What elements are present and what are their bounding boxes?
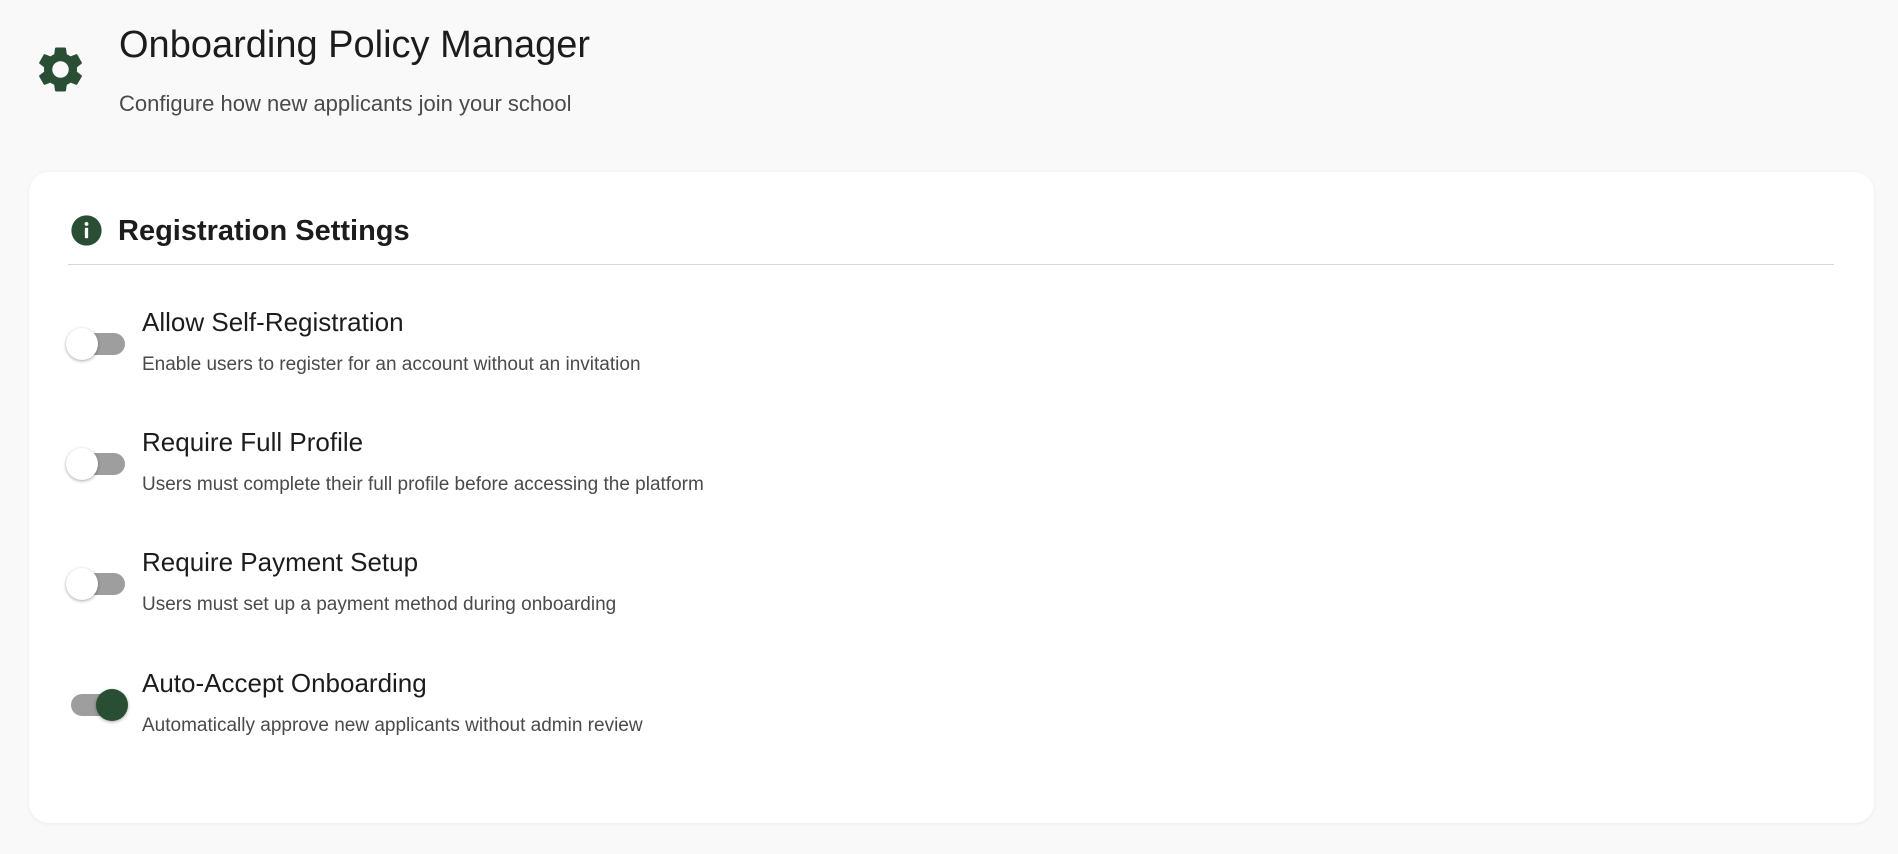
setting-require-payment-setup: Require Payment Setup Users must set up … [66,547,1826,637]
setting-auto-accept-onboarding: Auto-Accept Onboarding Automatically app… [66,668,1826,758]
page-subtitle: Configure how new applicants join your s… [119,91,572,116]
require-full-profile-toggle[interactable] [66,446,128,482]
gear-icon [33,42,88,97]
toggle-thumb [66,568,98,600]
allow-self-registration-toggle[interactable] [66,326,128,362]
setting-description: Enable users to register for an account … [142,354,641,375]
require-payment-setup-toggle[interactable] [66,566,128,602]
info-icon [70,214,103,247]
registration-settings-card: Registration Settings Allow Self-Registr… [29,172,1874,823]
auto-accept-onboarding-toggle[interactable] [66,687,128,723]
setting-label: Auto-Accept Onboarding [142,668,427,698]
setting-allow-self-registration: Allow Self-Registration Enable users to … [66,307,1826,397]
section-title: Registration Settings [118,215,410,247]
toggle-thumb [66,448,98,480]
page-header: Onboarding Policy Manager Configure how … [0,0,1898,160]
setting-label: Allow Self-Registration [142,307,404,337]
setting-description: Automatically approve new applicants wit… [142,715,643,736]
toggle-thumb [96,689,128,721]
setting-label: Require Payment Setup [142,547,419,577]
setting-description: Users must complete their full profile b… [142,474,704,495]
setting-require-full-profile: Require Full Profile Users must complete… [66,427,1826,517]
section-header: Registration Settings [68,214,1834,265]
page-title: Onboarding Policy Manager [119,24,591,66]
setting-description: Users must set up a payment method durin… [142,594,617,615]
toggle-thumb [66,328,98,360]
setting-label: Require Full Profile [142,427,364,457]
